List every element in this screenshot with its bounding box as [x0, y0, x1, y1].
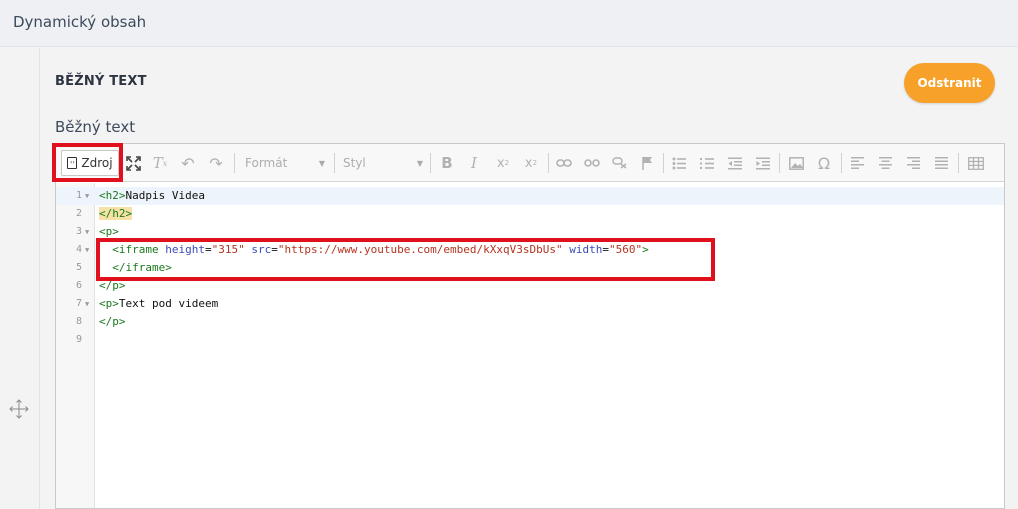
fold-arrow-icon[interactable]: ▼: [85, 241, 89, 259]
bold-icon[interactable]: B: [438, 153, 456, 173]
code-token: "https://www.youtube.com/embed/kXxqV3sDb…: [277, 243, 563, 256]
code-token: </p>: [99, 279, 126, 292]
code-area[interactable]: 1 ▼ <h2>Nadpis Videa 2 </h2> 3 ▼ <p> 4 ▼…: [56, 187, 1004, 349]
toolbar-separator: [663, 153, 664, 173]
code-line[interactable]: 8 </p>: [56, 313, 1004, 331]
superscript-icon[interactable]: x2: [521, 153, 541, 173]
field-label: Běžný text: [55, 118, 136, 136]
maximize-icon[interactable]: [124, 153, 142, 173]
subscript-icon[interactable]: x2: [493, 153, 513, 173]
chevron-down-icon: ▼: [318, 158, 325, 168]
code-token: Nadpis Videa: [125, 189, 205, 202]
code-token: </p>: [99, 315, 126, 328]
toolbar-separator: [779, 153, 780, 173]
line-number: 8: [75, 316, 82, 327]
align-right-icon[interactable]: [904, 153, 922, 173]
source-label: Zdroj: [81, 156, 113, 170]
code-line[interactable]: 6 </p>: [56, 277, 1004, 295]
table-icon[interactable]: [965, 153, 987, 173]
image-icon[interactable]: [787, 153, 805, 173]
chevron-down-icon: ▼: [416, 158, 423, 168]
special-char-icon[interactable]: Ω: [815, 153, 833, 173]
code-token: "315": [211, 243, 245, 256]
line-number: 9: [75, 334, 82, 345]
code-line[interactable]: 5 </iframe>: [56, 259, 1004, 277]
style-dropdown-label: Styl: [343, 156, 366, 170]
code-token: width: [569, 243, 603, 256]
code-line[interactable]: 4 ▼ <iframe height="315" src="https://ww…: [56, 241, 1004, 259]
remove-button[interactable]: Odstranit: [904, 63, 995, 103]
code-token: >: [642, 243, 649, 256]
style-dropdown[interactable]: Styl ▼: [339, 152, 427, 174]
justify-icon[interactable]: [932, 153, 950, 173]
bulleted-list-icon[interactable]: [670, 153, 688, 173]
link-icon[interactable]: [554, 153, 574, 173]
code-token: <p>: [99, 297, 119, 310]
editor-toolbar: ‹› Zdroj Tx ↶ ↷ Formát ▼ Styl ▼ B I x2 x…: [56, 144, 1004, 182]
format-dropdown[interactable]: Formát ▼: [241, 152, 329, 174]
format-dropdown-label: Formát: [245, 156, 288, 170]
fold-arrow-icon[interactable]: ▼: [85, 223, 89, 241]
italic-icon[interactable]: I: [465, 153, 483, 173]
move-icon[interactable]: [9, 399, 29, 419]
toolbar-separator: [548, 153, 549, 173]
outdent-icon[interactable]: [726, 153, 744, 173]
line-number: 3: [75, 226, 82, 237]
code-token: </iframe>: [112, 261, 172, 274]
left-strip: [0, 48, 40, 509]
flag-icon[interactable]: [638, 153, 656, 173]
code-token: <iframe: [112, 243, 159, 256]
line-number: 7: [75, 298, 82, 309]
section-heading: BĚŽNÝ TEXT: [55, 74, 147, 89]
source-button[interactable]: ‹› Zdroj: [61, 150, 119, 176]
unlink-icon[interactable]: [582, 153, 602, 173]
code-token: <p>: [99, 225, 119, 238]
align-center-icon[interactable]: [876, 153, 894, 173]
code-token: <h2>: [99, 189, 126, 202]
toolbar-separator: [841, 153, 842, 173]
code-line[interactable]: 1 ▼ <h2>Nadpis Videa: [56, 187, 1004, 205]
code-token: =: [271, 243, 278, 256]
code-line[interactable]: 3 ▼ <p>: [56, 223, 1004, 241]
numbered-list-icon[interactable]: [698, 153, 716, 173]
code-token: src: [251, 243, 272, 256]
source-icon: ‹›: [67, 157, 78, 169]
line-number: 4: [75, 244, 82, 255]
toolbar-separator: [234, 153, 235, 173]
indent-icon[interactable]: [754, 153, 772, 173]
code-token: Text pod videem: [118, 297, 219, 310]
code-line[interactable]: 7 ▼ <p>Text pod videem: [56, 295, 1004, 313]
code-token: "560": [609, 243, 643, 256]
line-number: 6: [75, 280, 82, 291]
code-token: </h2>: [99, 207, 133, 220]
anchor-icon[interactable]: [610, 153, 630, 173]
fold-arrow-icon[interactable]: ▼: [85, 187, 89, 205]
line-number: 1: [75, 190, 82, 201]
top-bar: Dynamický obsah: [0, 0, 1018, 47]
align-left-icon[interactable]: [848, 153, 866, 173]
line-number: 2: [75, 208, 82, 219]
toolbar-separator: [958, 153, 959, 173]
toolbar-separator: [430, 153, 431, 173]
code-line[interactable]: 9: [56, 331, 1004, 349]
toolbar-separator: [334, 153, 335, 173]
rich-text-editor[interactable]: ‹› Zdroj Tx ↶ ↷ Formát ▼ Styl ▼ B I x2 x…: [55, 143, 1005, 509]
remove-format-icon[interactable]: Tx: [151, 153, 169, 173]
page-title: Dynamický obsah: [13, 13, 147, 31]
undo-icon[interactable]: ↶: [179, 153, 197, 173]
code-line[interactable]: 2 </h2>: [56, 205, 1004, 223]
fold-arrow-icon[interactable]: ▼: [85, 295, 89, 313]
redo-icon[interactable]: ↷: [207, 153, 225, 173]
line-number: 5: [75, 262, 82, 273]
code-token: height: [165, 243, 205, 256]
code-token: =: [204, 243, 212, 256]
